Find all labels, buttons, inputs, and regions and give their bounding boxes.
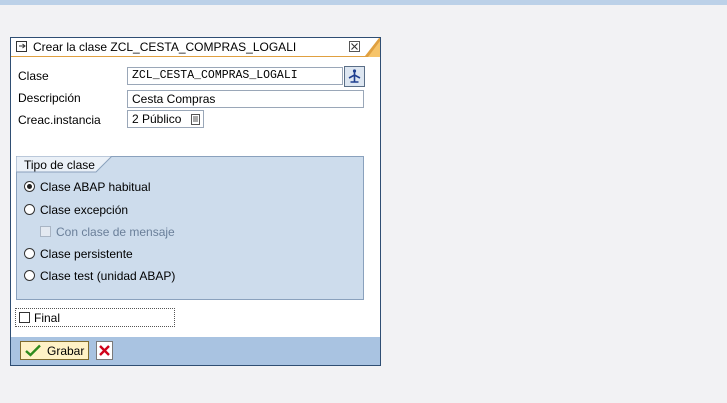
hierarchy-icon bbox=[348, 69, 361, 83]
create-object-icon bbox=[16, 41, 29, 52]
dialog-footer: Grabar bbox=[11, 337, 380, 365]
creac-instancia-dropdown[interactable]: 2 Público bbox=[127, 110, 204, 128]
group-title: Tipo de clase bbox=[24, 158, 95, 172]
clase-label: Clase bbox=[18, 69, 49, 83]
close-icon bbox=[351, 43, 358, 50]
final-checkbox-field[interactable]: Final bbox=[15, 308, 175, 327]
creac-instancia-label: Creac.instancia bbox=[18, 113, 101, 127]
tipo-de-clase-group: Tipo de clase Clase ABAP habitual Clase … bbox=[16, 156, 364, 300]
dialog-titlebar: Crear la clase ZCL_CESTA_COMPRAS_LOGALI bbox=[11, 38, 380, 57]
final-label: Final bbox=[34, 311, 61, 325]
close-dialog-button[interactable] bbox=[349, 41, 360, 52]
radio-button[interactable] bbox=[24, 270, 35, 281]
option-label: Clase test (unidad ABAP) bbox=[40, 269, 176, 283]
radio-button[interactable] bbox=[24, 248, 35, 259]
option-label: Clase excepción bbox=[40, 203, 129, 217]
class-browser-button[interactable] bbox=[344, 66, 365, 87]
checkbox bbox=[40, 226, 51, 237]
radio-button[interactable] bbox=[24, 181, 35, 192]
cancel-x-icon bbox=[99, 345, 110, 356]
dialog-title: Crear la clase ZCL_CESTA_COMPRAS_LOGALI bbox=[33, 40, 297, 54]
descripcion-input[interactable]: Cesta Compras bbox=[127, 90, 364, 108]
option-label: Clase ABAP habitual bbox=[40, 180, 151, 194]
checkmark-icon bbox=[25, 344, 41, 357]
descripcion-label: Descripción bbox=[18, 91, 81, 105]
cancel-button[interactable] bbox=[96, 341, 113, 360]
save-button[interactable]: Grabar bbox=[20, 341, 89, 360]
creac-instancia-value: 2 Público bbox=[132, 112, 182, 126]
title-corner-decoration bbox=[365, 38, 380, 57]
final-checkbox[interactable] bbox=[19, 312, 30, 323]
value-help-icon[interactable] bbox=[191, 114, 200, 125]
create-class-dialog: Crear la clase ZCL_CESTA_COMPRAS_LOGALI … bbox=[10, 37, 381, 366]
radio-button[interactable] bbox=[24, 204, 35, 215]
save-button-label: Grabar bbox=[47, 344, 85, 358]
clase-input[interactable]: ZCL_CESTA_COMPRAS_LOGALI bbox=[127, 67, 343, 85]
option-label: Con clase de mensaje bbox=[56, 225, 175, 239]
title-accent-line bbox=[11, 56, 367, 57]
option-label: Clase persistente bbox=[40, 247, 133, 261]
window-top-bar bbox=[0, 0, 727, 5]
